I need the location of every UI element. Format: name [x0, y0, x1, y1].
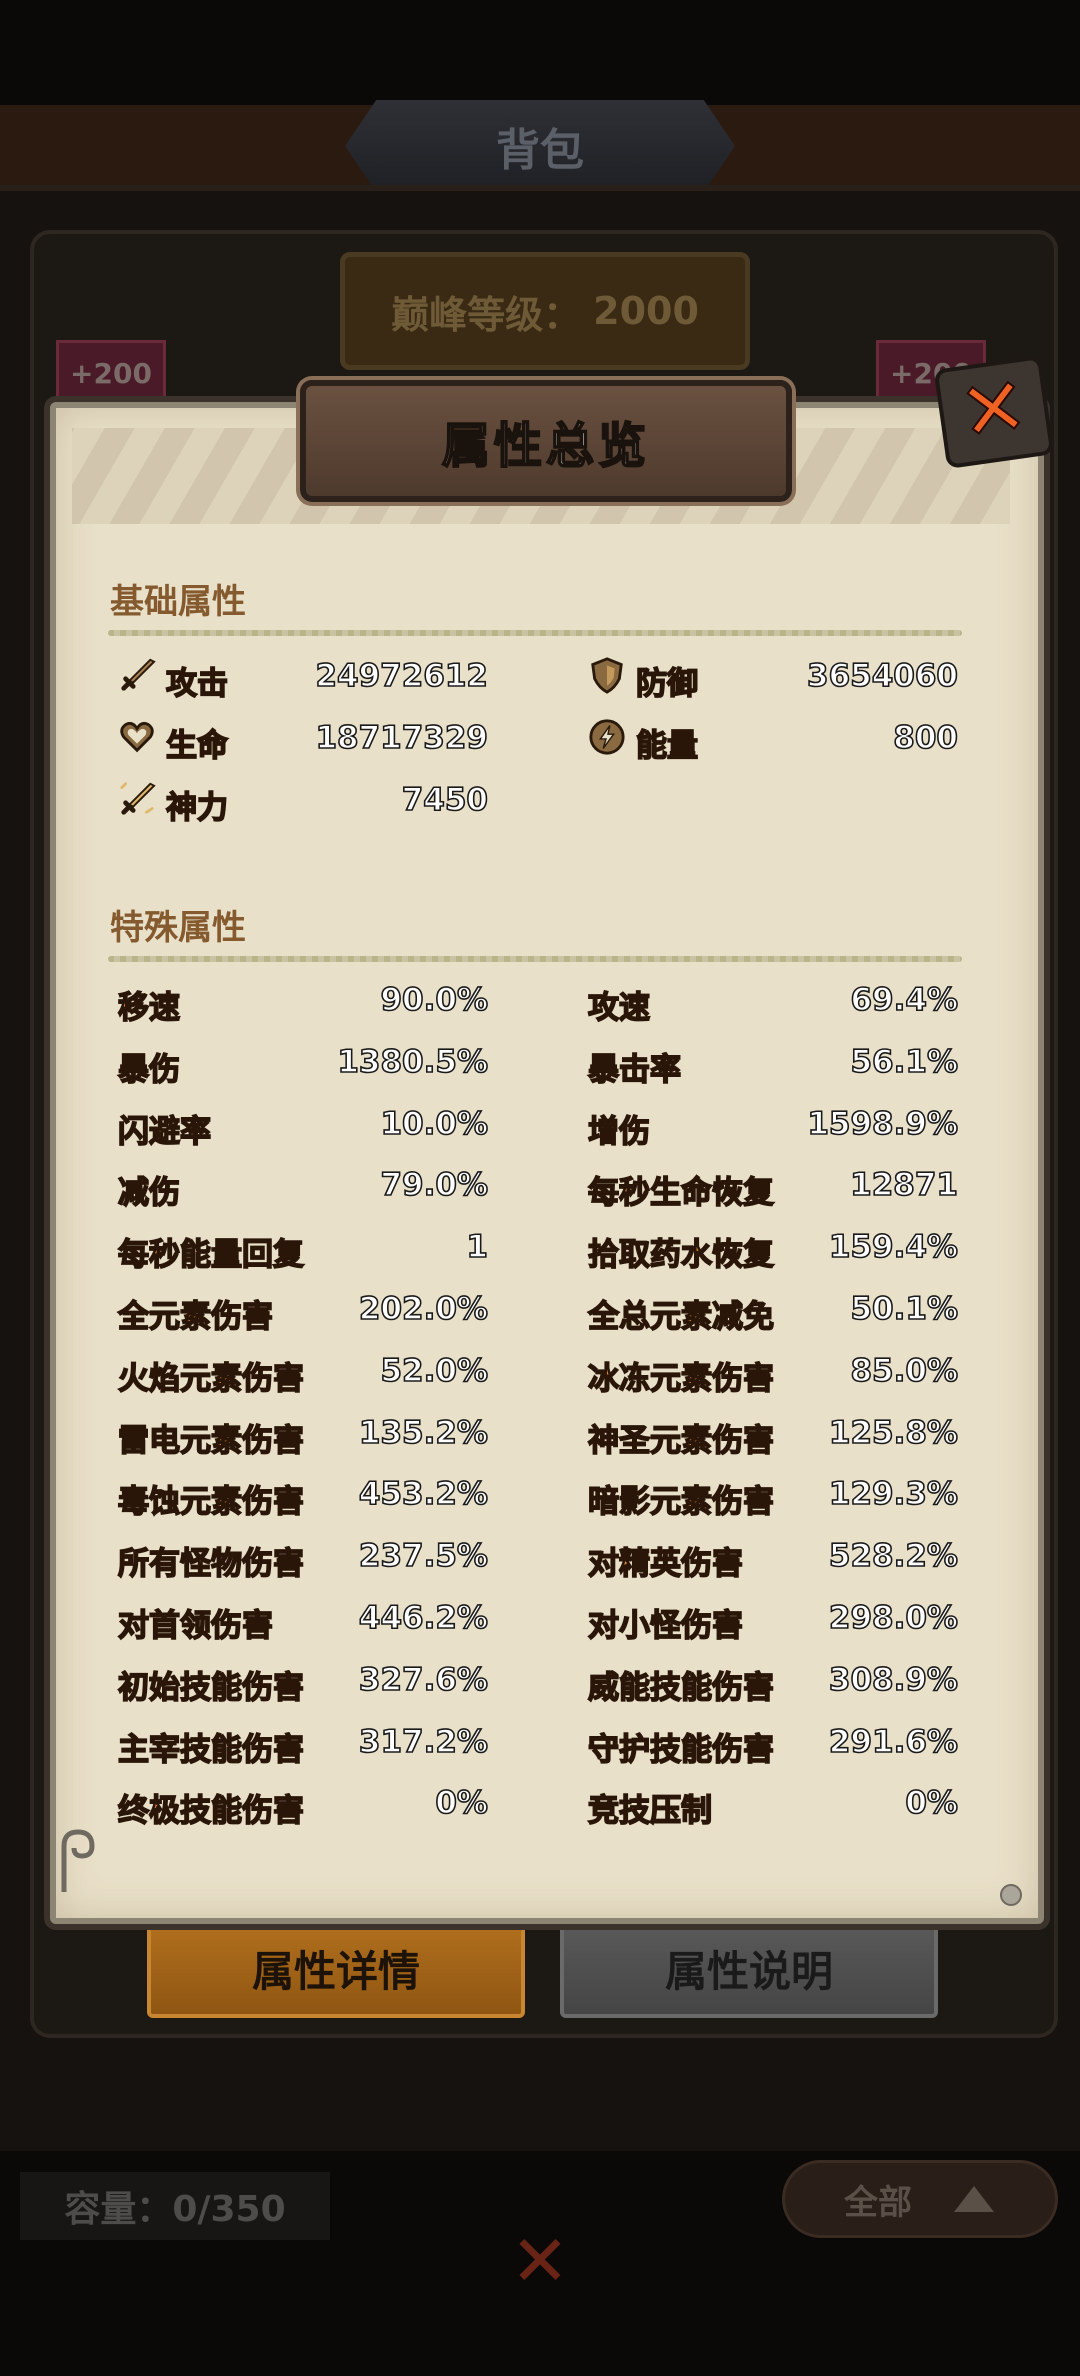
special-stat-label: 对首领伤害 [117, 1607, 274, 1645]
peak-level-value: 2000 [593, 289, 699, 333]
peak-level-banner: 巅峰等级： 2000 [340, 252, 750, 370]
special-stat-value: 135.2% [358, 1414, 489, 1452]
special-stat-value: 12871 [849, 1166, 958, 1204]
special-stat-value: 125.8% [828, 1414, 959, 1452]
special-stat-label: 减伤 [117, 1174, 181, 1212]
section-divider [108, 956, 962, 962]
capacity-label: 容量：0/350 [20, 2172, 330, 2240]
shield-icon [591, 657, 623, 694]
special-stat-label: 暗影元素伤害 [587, 1483, 775, 1521]
special-stat-value: 1 [466, 1228, 489, 1266]
special-stat-value: 327.6% [358, 1661, 489, 1699]
special-stat-label: 全总元素减免 [587, 1298, 775, 1336]
heart-icon [120, 721, 154, 753]
special-stat-label: 暴击率 [587, 1051, 682, 1089]
special-stat-value: 129.3% [828, 1475, 959, 1513]
special-stat-value: 79.0% [380, 1166, 489, 1204]
special-stat-label: 毒蚀元素伤害 [117, 1483, 305, 1521]
stat-value-attack: 24972612 [315, 657, 489, 695]
special-stat-value: 298.0% [828, 1599, 959, 1637]
special-stat-value: 90.0% [380, 981, 489, 1019]
section-divider [108, 630, 962, 636]
special-stat-value: 69.4% [850, 981, 959, 1019]
filter-label: 全部 [844, 2182, 912, 2223]
corner-ornament [61, 1829, 95, 1892]
special-stat-label: 暴伤 [117, 1051, 181, 1089]
special-stat-label: 火焰元素伤害 [117, 1360, 305, 1398]
special-stat-value: 52.0% [380, 1352, 489, 1390]
special-stat-label: 攻速 [587, 989, 651, 1027]
special-stat-value: 291.6% [828, 1723, 959, 1761]
lightning-icon [589, 719, 625, 755]
bottom-close-icon[interactable]: ✕ [505, 2220, 575, 2302]
special-stat-value: 0% [905, 1784, 959, 1822]
special-stat-label: 拾取药水恢复 [587, 1236, 775, 1274]
special-stat-label: 全元素伤害 [117, 1298, 274, 1336]
special-stat-value: 10.0% [380, 1105, 489, 1143]
special-stat-label: 闪避率 [117, 1113, 212, 1151]
attribute-explain-button[interactable]: 属性说明 [560, 1918, 938, 2018]
peak-level-label: 巅峰等级： [391, 292, 582, 337]
special-stat-label: 终极技能伤害 [117, 1792, 305, 1830]
special-section-title: 特殊属性 [110, 908, 246, 948]
close-icon[interactable]: ✕ [933, 354, 1055, 470]
special-stat-value: 1380.5% [337, 1043, 489, 1081]
special-stat-value: 56.1% [850, 1043, 959, 1081]
special-stat-value: 0% [435, 1784, 489, 1822]
special-stat-label: 每秒能量回复 [117, 1236, 305, 1274]
corner-rivet [1000, 1884, 1022, 1906]
special-stat-value: 237.5% [358, 1537, 489, 1575]
special-stat-value: 1598.9% [807, 1105, 959, 1143]
special-stat-label: 每秒生命恢复 [587, 1174, 775, 1212]
stat-label-defense: 防御 [635, 665, 699, 703]
special-stat-value: 446.2% [358, 1599, 489, 1637]
special-stat-label: 增伤 [587, 1113, 651, 1151]
special-stat-label: 初始技能伤害 [117, 1669, 305, 1707]
special-stat-value: 50.1% [850, 1290, 959, 1328]
special-stat-value: 453.2% [358, 1475, 489, 1513]
special-stat-value: 85.0% [850, 1352, 959, 1390]
stat-label-hp: 生命 [165, 727, 229, 765]
stat-value-energy: 800 [892, 719, 958, 757]
slot-badge-left: +200 [56, 340, 166, 406]
special-stat-label: 冰冻元素伤害 [587, 1360, 775, 1398]
stat-label-attack: 攻击 [165, 665, 229, 703]
triangle-up-icon [954, 2186, 994, 2212]
special-stat-value: 202.0% [358, 1290, 489, 1328]
special-stat-value: 308.9% [828, 1661, 959, 1699]
filter-dropdown[interactable]: 全部 [782, 2160, 1058, 2238]
dialog-title: 属性总览 [300, 380, 792, 502]
stat-label-energy: 能量 [635, 727, 699, 765]
special-stat-label: 雷电元素伤害 [117, 1422, 305, 1460]
special-stat-label: 对小怪伤害 [587, 1607, 744, 1645]
tab-bag[interactable]: 背包 [345, 100, 735, 192]
stat-value-hp: 18717329 [315, 719, 489, 757]
special-stat-label: 神圣元素伤害 [587, 1422, 775, 1460]
special-stat-label: 移速 [117, 989, 181, 1027]
stat-label-divine: 神力 [165, 789, 229, 827]
special-stat-label: 竞技压制 [587, 1792, 713, 1830]
stat-value-divine: 7450 [401, 781, 489, 819]
basic-section-title: 基础属性 [110, 582, 246, 622]
special-stat-label: 所有怪物伤害 [117, 1545, 305, 1583]
sword-icon [121, 658, 156, 691]
special-stat-label: 威能技能伤害 [587, 1669, 775, 1707]
special-stat-value: 528.2% [828, 1537, 959, 1575]
special-stat-value: 159.4% [828, 1228, 959, 1266]
stat-value-defense: 3654060 [806, 657, 959, 695]
divine-sword-icon [120, 782, 156, 815]
special-stat-label: 对精英伤害 [587, 1545, 744, 1583]
special-stat-value: 317.2% [358, 1723, 489, 1761]
attribute-detail-button[interactable]: 属性详情 [147, 1918, 525, 2018]
special-stat-label: 主宰技能伤害 [117, 1731, 305, 1769]
special-stat-label: 守护技能伤害 [587, 1731, 775, 1769]
